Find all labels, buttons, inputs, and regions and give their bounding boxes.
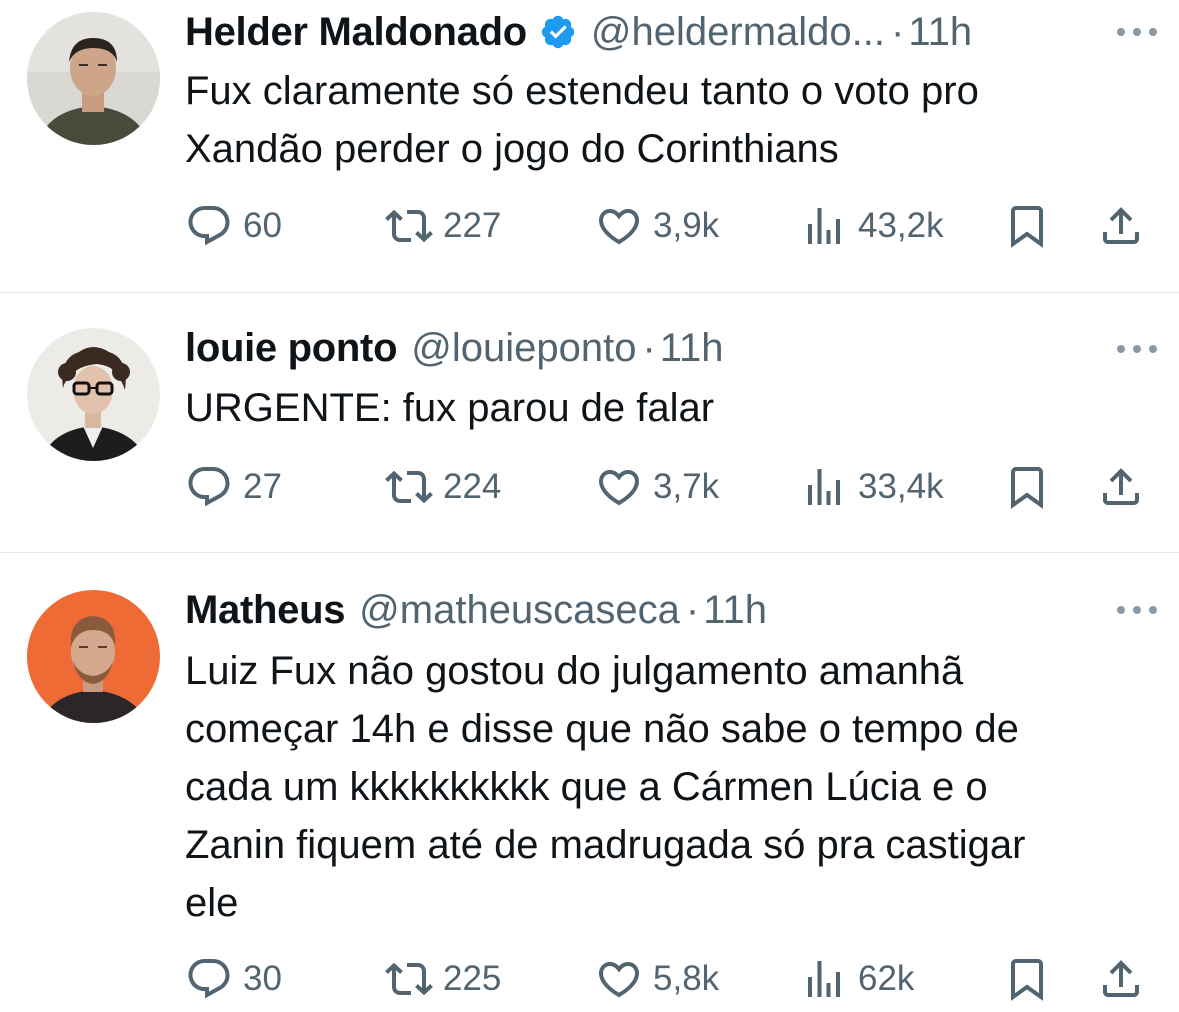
reply-count: 30 bbox=[243, 959, 282, 998]
heart-icon bbox=[598, 209, 640, 245]
author-handle[interactable]: @louieponto bbox=[411, 326, 636, 371]
retweet-count: 227 bbox=[443, 206, 502, 245]
retweet-button[interactable]: 225 bbox=[385, 954, 501, 1004]
timestamp[interactable]: 11h bbox=[703, 588, 767, 633]
avatar[interactable] bbox=[27, 12, 160, 145]
divider bbox=[0, 552, 1179, 553]
retweet-icon bbox=[385, 209, 433, 243]
like-count: 5,8k bbox=[653, 959, 720, 998]
like-button[interactable]: 3,7k bbox=[595, 462, 719, 512]
tweet-text: Fux claramente só estendeu tanto o voto … bbox=[185, 69, 979, 171]
retweet-button[interactable]: 227 bbox=[385, 201, 501, 251]
reply-count: 27 bbox=[243, 467, 282, 506]
action-bar: 30 225 5,8k 62k bbox=[185, 954, 1150, 1004]
views-button[interactable]: 62k bbox=[800, 954, 914, 1004]
views-count: 62k bbox=[858, 959, 915, 998]
timestamp[interactable]: 11h bbox=[660, 326, 724, 371]
retweet-count: 225 bbox=[443, 959, 502, 998]
author-name[interactable]: Helder Maldonado bbox=[185, 10, 527, 55]
author-handle[interactable]: @heldermaldo... bbox=[591, 10, 885, 55]
bookmark-button[interactable] bbox=[1003, 954, 1051, 1004]
separator-dot: · bbox=[891, 9, 905, 54]
more-options-icon[interactable] bbox=[1117, 27, 1157, 37]
like-count: 3,7k bbox=[653, 467, 720, 506]
reply-button[interactable]: 60 bbox=[185, 201, 282, 251]
share-icon bbox=[1103, 960, 1139, 997]
views-count: 43,2k bbox=[858, 206, 944, 245]
share-button[interactable] bbox=[1097, 462, 1145, 512]
tweet-text: Luiz Fux não gostou do julgamento amanhã… bbox=[185, 649, 1026, 925]
separator-dot: · bbox=[642, 325, 656, 370]
bookmark-icon bbox=[1011, 959, 1043, 1001]
verified-badge-icon bbox=[541, 15, 575, 49]
share-icon bbox=[1103, 468, 1139, 505]
more-options-icon[interactable] bbox=[1117, 344, 1157, 354]
bookmark-icon bbox=[1011, 467, 1043, 509]
share-button[interactable] bbox=[1097, 954, 1145, 1004]
views-button[interactable]: 43,2k bbox=[800, 201, 944, 251]
retweet-count: 224 bbox=[443, 467, 502, 506]
avatar[interactable] bbox=[27, 328, 160, 461]
like-count: 3,9k bbox=[653, 206, 720, 245]
author-name[interactable]: louie ponto bbox=[185, 326, 398, 371]
bookmark-button[interactable] bbox=[1003, 462, 1051, 512]
share-icon bbox=[1103, 207, 1139, 244]
author-handle[interactable]: @matheuscaseca bbox=[359, 588, 680, 633]
heart-icon bbox=[598, 962, 640, 998]
views-icon bbox=[808, 469, 840, 505]
tweet-text: URGENTE: fux parou de falar bbox=[185, 386, 715, 430]
avatar[interactable] bbox=[27, 590, 160, 723]
retweet-button[interactable]: 224 bbox=[385, 462, 501, 512]
more-options-icon[interactable] bbox=[1117, 605, 1157, 615]
divider bbox=[0, 292, 1179, 293]
reply-button[interactable]: 27 bbox=[185, 462, 282, 512]
separator-dot: · bbox=[685, 587, 700, 632]
reply-icon bbox=[188, 467, 230, 507]
reply-button[interactable]: 30 bbox=[185, 954, 282, 1004]
views-icon bbox=[808, 208, 840, 244]
views-button[interactable]: 33,4k bbox=[800, 462, 944, 512]
timestamp[interactable]: 11h bbox=[908, 10, 972, 55]
action-bar: 60 227 3,9k 43,2k bbox=[185, 201, 1150, 251]
like-button[interactable]: 5,8k bbox=[595, 954, 719, 1004]
bookmark-icon bbox=[1011, 206, 1043, 248]
heart-icon bbox=[598, 470, 640, 506]
like-button[interactable]: 3,9k bbox=[595, 201, 719, 251]
retweet-icon bbox=[385, 470, 433, 504]
reply-icon bbox=[188, 959, 230, 999]
share-button[interactable] bbox=[1097, 201, 1145, 251]
author-name[interactable]: Matheus bbox=[185, 588, 345, 633]
reply-count: 60 bbox=[243, 206, 282, 245]
retweet-icon bbox=[385, 962, 433, 996]
reply-icon bbox=[188, 206, 230, 246]
bookmark-button[interactable] bbox=[1003, 201, 1051, 251]
views-icon bbox=[808, 961, 840, 997]
views-count: 33,4k bbox=[858, 467, 944, 506]
action-bar: 27 224 3,7k 33,4k bbox=[185, 462, 1150, 512]
